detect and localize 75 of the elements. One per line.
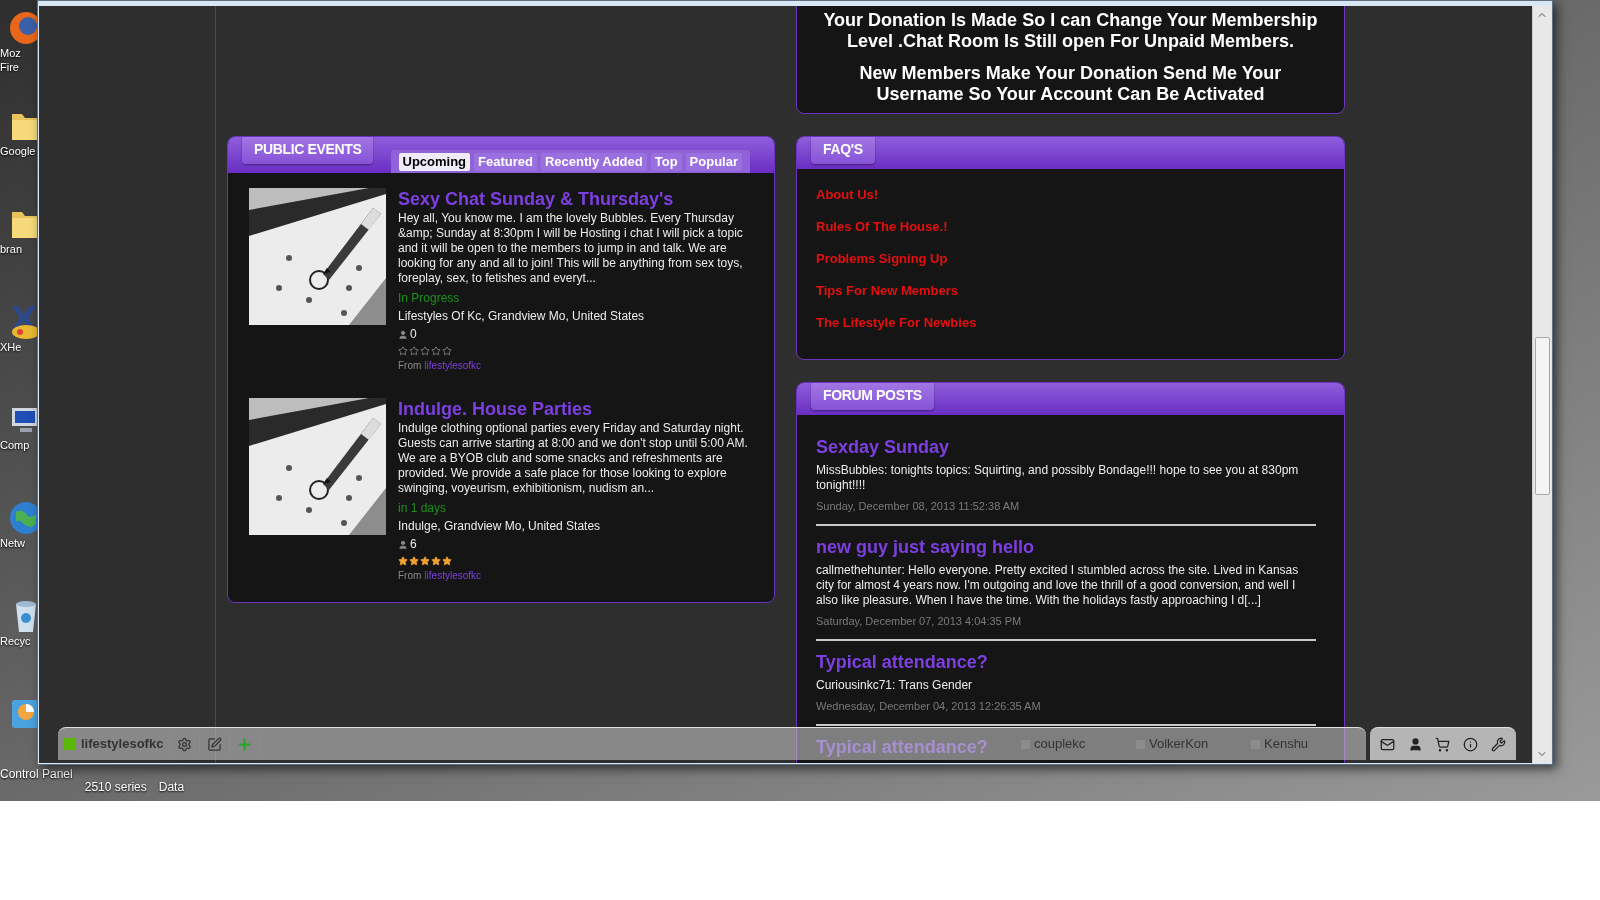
online-user[interactable]: Kenshu: [1251, 734, 1364, 754]
star-icon: [409, 556, 419, 566]
tab[interactable]: Popular: [685, 153, 742, 171]
post-title[interactable]: Typical attendance?: [816, 650, 988, 674]
star-icon: [431, 346, 441, 356]
organizer-link[interactable]: lifestylesofkc: [424, 360, 482, 372]
notice-text: Your Donation Is Made So I can Change Your Membership Level .Chat Room Is Still open For Unpaid Members.: [822, 10, 1319, 52]
desktop-icon-label[interactable]: bran: [0, 242, 23, 256]
event-location: Lifestyles Of Kc, Grandview Mo, United States: [398, 308, 646, 325]
desktop-icon-label[interactable]: Comp: [0, 438, 30, 452]
star-icon: [398, 556, 408, 566]
tab[interactable]: Top: [650, 153, 682, 171]
person-icon: [398, 539, 408, 550]
post-title[interactable]: Sexday Sunday: [816, 435, 950, 459]
post-excerpt: MissBubbles: tonights topics: Squirting, and possibly Bondage!!! hope to see you at 830pm tonight!!!!: [816, 463, 1300, 493]
desktop-icon-label[interactable]: Google: [0, 144, 36, 158]
organizer-link[interactable]: lifestylesofkc: [424, 570, 482, 582]
event-title[interactable]: Indulge. House Parties: [398, 397, 752, 421]
desktop-icon-label[interactable]: Netw: [0, 536, 26, 550]
star-icon: [409, 346, 419, 356]
star-icon: [431, 556, 441, 566]
star-icon: [398, 346, 408, 356]
post-date: Wednesday, December 04, 2013 12:26:35 AM: [816, 699, 1042, 713]
faq-link[interactable]: About Us!: [816, 187, 879, 203]
edit-icon[interactable]: [207, 736, 223, 752]
panel-title: FORUM POSTS: [811, 383, 934, 410]
tab[interactable]: Recently Added: [540, 153, 647, 171]
post-excerpt: Curiousinkc71: Trans Gender: [816, 678, 974, 693]
attendee-count: 0: [410, 327, 417, 342]
scrollbar-thumb[interactable]: [1534, 337, 1550, 495]
event-description: Indulge clothing optional parties every Friday and Saturday night. Guests can arrive starting at 8:00 and we don't stop until 5:00 AM. We are a BYOB club and some snacks and refreshments are provided. We provide a safe place for those looking to explore swinging, voyeurism, exhibitionism, nudism an...: [398, 421, 749, 496]
event-title[interactable]: Sexy Chat Sunday & Thursday's: [398, 187, 752, 211]
star-icon: [420, 556, 430, 566]
mail-icon[interactable]: [1380, 736, 1396, 752]
desktop-icon-label[interactable]: Recyc: [0, 634, 31, 648]
status-icon: [64, 738, 76, 750]
scrollbar[interactable]: [1532, 6, 1551, 763]
post-excerpt: callmethehunter: Hello everyone. Pretty excited I stumbled across the site. Lived in Kansas city for almost 4 years now. I'm outgoing and love the thrill of a good conversion, and well I also like pleasure. When I have the time. With the holidays fastly approaching I d[...]: [816, 563, 1300, 608]
profile-button[interactable]: lifestylesofkc: [64, 733, 171, 755]
user-icon[interactable]: [1407, 736, 1423, 752]
person-icon: [398, 329, 408, 340]
event-status: In Progress: [398, 290, 461, 307]
info-icon[interactable]: [1463, 736, 1479, 752]
event-location: Indulge, Grandview Mo, United States: [398, 518, 602, 535]
faq-link[interactable]: The Lifestyle For Newbies: [816, 315, 977, 331]
star-icon: [442, 556, 452, 566]
tab[interactable]: Upcoming: [398, 153, 471, 171]
post-title[interactable]: new guy just saying hello: [816, 535, 1035, 559]
faq-link[interactable]: Problems Signing Up: [816, 251, 948, 267]
notice-text: New Members Make Your Donation Send Me Your Username So Your Account Can Be Activated: [858, 63, 1283, 105]
tab[interactable]: Featured: [474, 153, 537, 171]
faq-link[interactable]: Tips For New Members: [816, 283, 959, 299]
cart-icon[interactable]: [1435, 736, 1451, 752]
post-date: Saturday, December 07, 2013 4:04:35 PM: [816, 614, 1023, 628]
desktop-icon-label[interactable]: Data: [158, 780, 185, 794]
online-user[interactable]: VolkerKon: [1136, 734, 1249, 754]
wrench-icon[interactable]: [1490, 736, 1506, 752]
faq-link[interactable]: Rules Of The House.!: [816, 219, 948, 235]
from-label: From: [398, 360, 422, 372]
desktop-icon-label[interactable]: Control Panel: [0, 767, 73, 781]
settings-icon[interactable]: [177, 736, 193, 752]
desktop-icon-label[interactable]: 2510 series: [84, 780, 147, 794]
desktop-icon-label[interactable]: XHe: [0, 340, 22, 354]
online-user[interactable]: couplekc: [1021, 734, 1134, 754]
event-status: in 1 days: [398, 500, 448, 517]
event-description: Hey all, You know me. I am the lovely Bubbles. Every Thursday &amp; Sunday at 8:30pm I will be Hosting i chat I will pick a topic and it will be open to the members to jump in and talk. We are looking for any and all to join! This will be anything from sex toys, foreplay, sex, to fetishes and everyt...: [398, 211, 744, 286]
from-label: From: [398, 570, 422, 582]
attendee-count: 6: [410, 537, 417, 552]
post-date: Sunday, December 08, 2013 11:52:38 AM: [816, 499, 1021, 513]
desktop-icon-label[interactable]: Fire: [0, 60, 19, 74]
panel-title: PUBLIC EVENTS: [242, 137, 374, 164]
star-icon: [442, 346, 452, 356]
star-icon: [420, 346, 430, 356]
desktop-icon-label[interactable]: Moz: [0, 46, 21, 60]
panel-title: FAQ'S: [811, 137, 875, 164]
